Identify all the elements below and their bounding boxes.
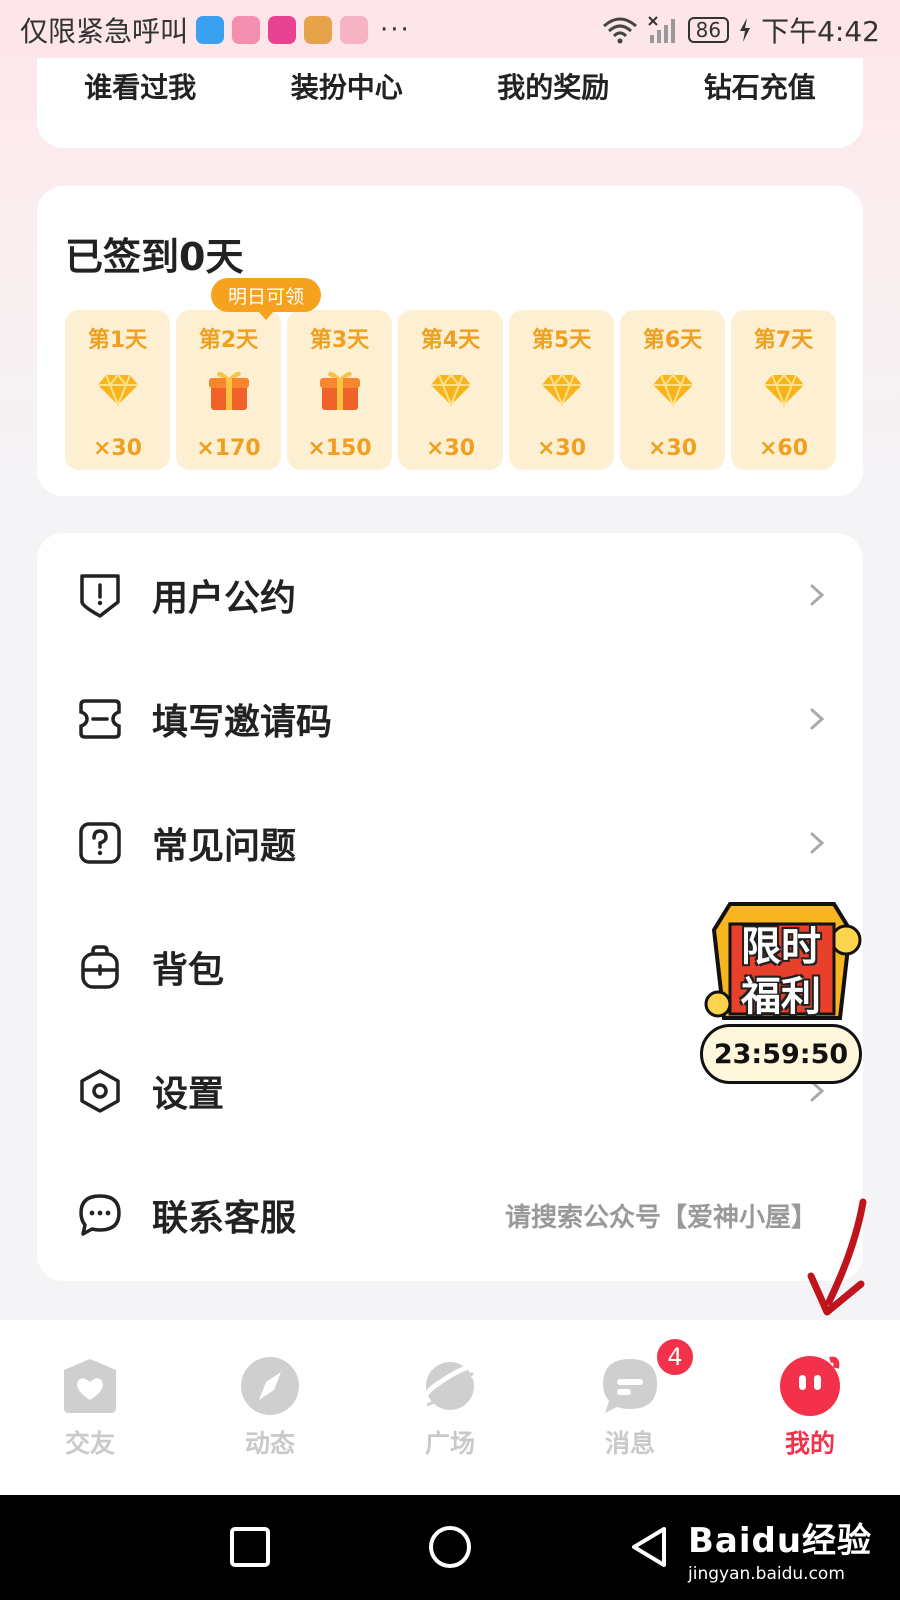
nav-label: 我的	[784, 1429, 835, 1458]
menu-item-user-agreement[interactable]: 用户公约	[37, 533, 863, 657]
chevron-right-icon	[810, 832, 825, 854]
nav-tab-me[interactable]: 我的	[720, 1320, 900, 1495]
nav-label: 消息	[604, 1429, 655, 1458]
day-label: 第2天	[198, 328, 259, 353]
day-label: 第1天	[87, 328, 148, 353]
annotation-arrow-icon	[807, 1198, 867, 1316]
question-icon	[75, 818, 125, 868]
nav-tab-square[interactable]: 广场	[360, 1320, 540, 1495]
menu-item-label: 设置	[152, 1074, 225, 1115]
checkin-card: 已签到0天 第1天 ×30 第2天 ×170 第3天 ×150 第4天 ×30 …	[37, 186, 863, 496]
quick-link-visitors[interactable]: 谁看过我	[84, 66, 196, 106]
day-amount: ×60	[758, 436, 809, 461]
diamond-icon	[540, 366, 584, 414]
nav-label: 动态	[244, 1429, 295, 1458]
chevron-right-icon	[810, 584, 825, 606]
shield-alert-icon	[75, 570, 125, 620]
checkin-day[interactable]: 第4天 ×30	[398, 310, 503, 470]
day-label: 第3天	[309, 328, 370, 353]
status-bar: 仅限紧急呼叫 ··· 86 下午4:42	[0, 0, 900, 60]
quick-links-card: 谁看过我 装扮中心 我的奖励 钻石充值	[37, 58, 863, 148]
checkin-days: 第1天 ×30 第2天 ×170 第3天 ×150 第4天 ×30 第5天 ×3…	[65, 310, 836, 470]
profile-face-icon	[778, 1354, 842, 1418]
app-notification-icon	[304, 16, 333, 44]
more-notifications-icon: ···	[380, 15, 411, 45]
promo-countdown: 23:59:50	[700, 1024, 862, 1084]
day-amount: ×30	[536, 436, 587, 461]
menu-item-label: 背包	[152, 950, 225, 991]
customer-service-hint: 请搜索公众号【爱神小屋】	[504, 1202, 817, 1233]
planet-icon	[418, 1354, 482, 1418]
promo-title: 限时 福利	[741, 923, 821, 1020]
day-amount: ×30	[92, 436, 143, 461]
diamond-icon	[651, 366, 695, 414]
nav-tab-moments[interactable]: 动态	[180, 1320, 360, 1495]
gift-icon	[207, 366, 251, 414]
limited-offer-promo[interactable]: 限时 福利 23:59:50	[700, 900, 864, 1090]
menu-item-label: 填写邀请码	[152, 702, 333, 743]
app-notification-icon	[268, 16, 297, 44]
unread-badge: 4	[654, 1336, 696, 1378]
settings-hexagon-icon	[75, 1066, 125, 1116]
quick-link-rewards[interactable]: 我的奖励	[497, 66, 609, 106]
carrier-text: 仅限紧急呼叫	[20, 15, 189, 48]
signal-icon	[647, 16, 675, 43]
battery-indicator: 86	[687, 17, 730, 43]
bottom-nav: 交友 动态 广场 消息 4 我的	[0, 1320, 900, 1495]
backpack-icon	[75, 942, 125, 992]
day-amount: ×30	[647, 436, 698, 461]
quick-link-recharge[interactable]: 钻石充值	[704, 66, 816, 106]
app-notification-icon	[232, 16, 261, 44]
nav-label: 交友	[64, 1429, 115, 1458]
app-notification-icon	[196, 16, 225, 44]
diamond-icon	[429, 366, 473, 414]
menu-item-label: 联系客服	[152, 1198, 297, 1239]
menu-item-customer-service[interactable]: 联系客服 请搜索公众号【爱神小屋】	[37, 1153, 863, 1277]
baidu-jingyan-watermark: Baidu经验 jingyan.baidu.com	[688, 1521, 873, 1584]
nav-label: 广场	[424, 1429, 475, 1458]
diamond-icon	[96, 366, 140, 414]
chat-bubble-icon	[75, 1190, 125, 1240]
checkin-day[interactable]: 第1天 ×30	[65, 310, 170, 470]
chevron-right-icon	[810, 708, 825, 730]
charging-icon	[740, 18, 751, 42]
day-amount: ×170	[196, 436, 261, 461]
checkin-day[interactable]: 第7天 ×60	[731, 310, 836, 470]
day-label: 第5天	[531, 328, 592, 353]
back-button[interactable]	[628, 1525, 672, 1569]
nav-tab-friends[interactable]: 交友	[0, 1320, 180, 1495]
compass-icon	[238, 1354, 302, 1418]
checkin-day[interactable]: 第3天 ×150	[287, 310, 392, 470]
recent-apps-button[interactable]	[228, 1525, 272, 1569]
day-amount: ×30	[425, 436, 476, 461]
day-amount: ×150	[307, 436, 372, 461]
checkin-day[interactable]: 第6天 ×30	[620, 310, 725, 470]
checkin-title: 已签到0天	[65, 235, 244, 279]
menu-item-faq[interactable]: 常见问题	[37, 781, 863, 905]
quick-link-dressup[interactable]: 装扮中心	[291, 66, 403, 106]
system-nav-bar: Baidu经验 jingyan.baidu.com	[0, 1495, 900, 1600]
menu-item-label: 常见问题	[152, 826, 297, 867]
day-label: 第7天	[753, 328, 814, 353]
menu-item-invite-code[interactable]: 填写邀请码	[37, 657, 863, 781]
gift-icon	[318, 366, 362, 414]
diamond-icon	[762, 366, 806, 414]
checkin-day[interactable]: 第2天 ×170	[176, 310, 281, 470]
app-notification-icon	[340, 16, 369, 44]
home-button[interactable]	[428, 1525, 472, 1569]
nav-tab-messages[interactable]: 消息 4	[540, 1320, 720, 1495]
checkin-day[interactable]: 第5天 ×30	[509, 310, 614, 470]
tomorrow-claimable-badge: 明日可领	[211, 278, 321, 312]
heart-house-icon	[58, 1354, 122, 1418]
message-icon	[598, 1354, 662, 1418]
wifi-icon	[602, 17, 637, 44]
day-label: 第6天	[642, 328, 703, 353]
day-label: 第4天	[420, 328, 481, 353]
clock: 下午4:42	[761, 15, 880, 48]
ticket-icon	[75, 694, 125, 744]
menu-item-label: 用户公约	[152, 578, 297, 619]
